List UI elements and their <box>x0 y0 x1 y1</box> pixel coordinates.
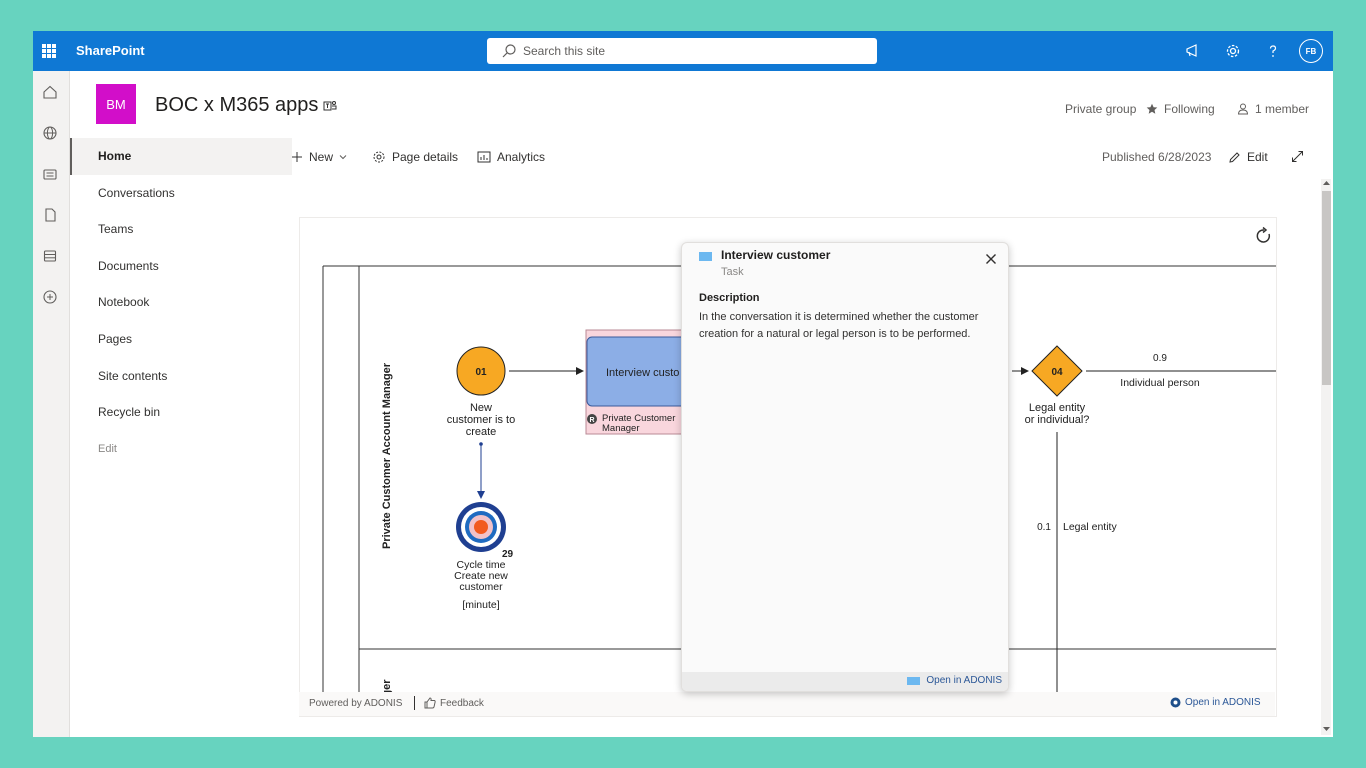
branch-individual-label: Individual person <box>1120 377 1200 389</box>
privacy-label: Private group <box>1065 102 1137 116</box>
task-interview-customer[interactable]: Interview custo R Private Customer Manag… <box>585 329 687 435</box>
adonis-logo-icon <box>1170 697 1181 708</box>
nav-item-conversations[interactable]: Conversations <box>70 175 292 212</box>
page-details-label: Page details <box>392 150 459 164</box>
analytics-icon <box>477 151 491 163</box>
list-icon[interactable] <box>41 247 59 265</box>
gateway-label-2: or individual? <box>1025 414 1090 426</box>
analytics-button[interactable]: Analytics <box>477 150 545 164</box>
search-input[interactable] <box>523 42 863 60</box>
teams-icon <box>323 101 337 111</box>
element-detail-popup: Interview customer Task Description In t… <box>681 242 1009 692</box>
start-event-label-3: create <box>466 426 497 438</box>
app-launcher-icon[interactable] <box>33 31 65 71</box>
kpi-unit: [minute] <box>462 599 499 611</box>
edit-button[interactable]: Edit <box>1228 150 1268 164</box>
nav-item-home[interactable]: Home <box>70 138 292 175</box>
branch-legal-probability: 0.1 <box>1037 522 1051 533</box>
feedback-label: Feedback <box>440 697 484 709</box>
popup-title: Interview customer <box>721 248 831 262</box>
kpi-cycle-time[interactable] <box>456 502 506 552</box>
gateway-number: 04 <box>1051 367 1063 378</box>
kpi-label-3: customer <box>459 581 503 593</box>
home-icon[interactable] <box>41 83 59 101</box>
lane-title: Private Customer Account Manager <box>381 362 393 549</box>
search-icon <box>502 44 516 58</box>
thumbs-up-icon <box>424 697 436 709</box>
new-label: New <box>309 150 334 164</box>
chevron-down-icon <box>339 155 347 160</box>
start-event[interactable]: 01 <box>456 346 506 396</box>
close-icon[interactable] <box>984 252 998 266</box>
analytics-label: Analytics <box>497 150 546 164</box>
webpart-footer: Powered by ADONIS Feedback Open in ADONI… <box>299 692 1275 716</box>
nav-item-documents[interactable]: Documents <box>70 248 292 285</box>
svg-text:R: R <box>589 417 594 424</box>
task-role-2: Manager <box>602 423 640 434</box>
members-button[interactable]: 1 member <box>1237 102 1309 116</box>
nav-item-recycle-bin[interactable]: Recycle bin <box>70 394 292 431</box>
gateway-label-1: Legal entity <box>1029 402 1086 414</box>
follow-button[interactable]: Following <box>1146 102 1215 116</box>
nav-item-pages[interactable]: Pages <box>70 321 292 358</box>
nav-item-teams[interactable]: Teams <box>70 211 292 248</box>
edit-label: Edit <box>1247 150 1268 164</box>
scrollbar-thumb[interactable] <box>1322 191 1331 385</box>
description-text: In the conversation it is determined whe… <box>699 311 979 340</box>
user-avatar[interactable]: FB <box>1299 39 1323 63</box>
app-name[interactable]: SharePoint <box>76 43 145 58</box>
scroll-up-icon[interactable] <box>1322 179 1331 187</box>
site-logo[interactable]: BM <box>96 84 136 124</box>
task-label: Interview custo <box>606 367 679 379</box>
gear-icon <box>373 151 385 163</box>
browser-window: SharePoint FB <box>33 31 1333 737</box>
pencil-icon <box>1229 151 1240 163</box>
search-box[interactable] <box>487 38 877 64</box>
settings-gear-icon[interactable] <box>1224 42 1242 60</box>
create-plus-icon[interactable] <box>41 288 59 306</box>
nav-item-site-contents[interactable]: Site contents <box>70 358 292 395</box>
plus-icon <box>292 152 302 162</box>
app-bar <box>33 71 70 737</box>
suite-bar: SharePoint FB <box>33 31 1333 71</box>
star-icon <box>1146 103 1158 114</box>
help-icon[interactable] <box>1264 42 1282 60</box>
members-label: 1 member <box>1255 102 1310 116</box>
popup-type: Task <box>721 266 744 278</box>
open-in-adonis-label: Open in ADONIS <box>1185 697 1261 708</box>
task-type-icon <box>699 252 712 261</box>
adonis-task-icon <box>907 676 921 685</box>
scroll-down-icon[interactable] <box>1322 725 1331 733</box>
new-button[interactable]: New <box>291 150 347 164</box>
feedback-button[interactable]: Feedback <box>424 697 484 709</box>
popup-open-in-adonis-link[interactable]: Open in ADONIS <box>907 675 1002 686</box>
nav-edit-link[interactable]: Edit <box>70 431 292 468</box>
expand-icon[interactable] <box>1291 150 1304 163</box>
description-label: Description <box>699 292 760 304</box>
branch-individual-probability: 0.9 <box>1153 353 1167 364</box>
gateway-legal-or-individual[interactable]: 04 <box>1031 345 1083 397</box>
person-icon <box>1237 103 1249 115</box>
start-event-number: 01 <box>475 367 487 378</box>
follow-label: Following <box>1164 102 1215 116</box>
published-status: Published 6/28/2023 <box>1102 150 1212 164</box>
site-title[interactable]: BOC x M365 apps <box>155 94 318 117</box>
megaphone-icon[interactable] <box>1184 42 1202 60</box>
powered-by-label: Powered by ADONIS <box>309 698 403 709</box>
news-icon[interactable] <box>41 165 59 183</box>
branch-legal-label: Legal entity <box>1063 521 1117 533</box>
open-in-adonis-link[interactable]: Open in ADONIS <box>1170 697 1261 708</box>
nav-item-notebook[interactable]: Notebook <box>70 284 292 321</box>
start-event-label-2: customer is to <box>447 414 515 426</box>
globe-icon[interactable] <box>41 124 59 142</box>
popup-footer: Open in ADONIS <box>682 672 1008 691</box>
popup-open-label: Open in ADONIS <box>926 675 1002 686</box>
refresh-icon[interactable] <box>1254 226 1274 246</box>
page-details-button[interactable]: Page details <box>372 150 458 164</box>
file-icon[interactable] <box>41 206 59 224</box>
start-event-label-1: New <box>470 402 492 414</box>
